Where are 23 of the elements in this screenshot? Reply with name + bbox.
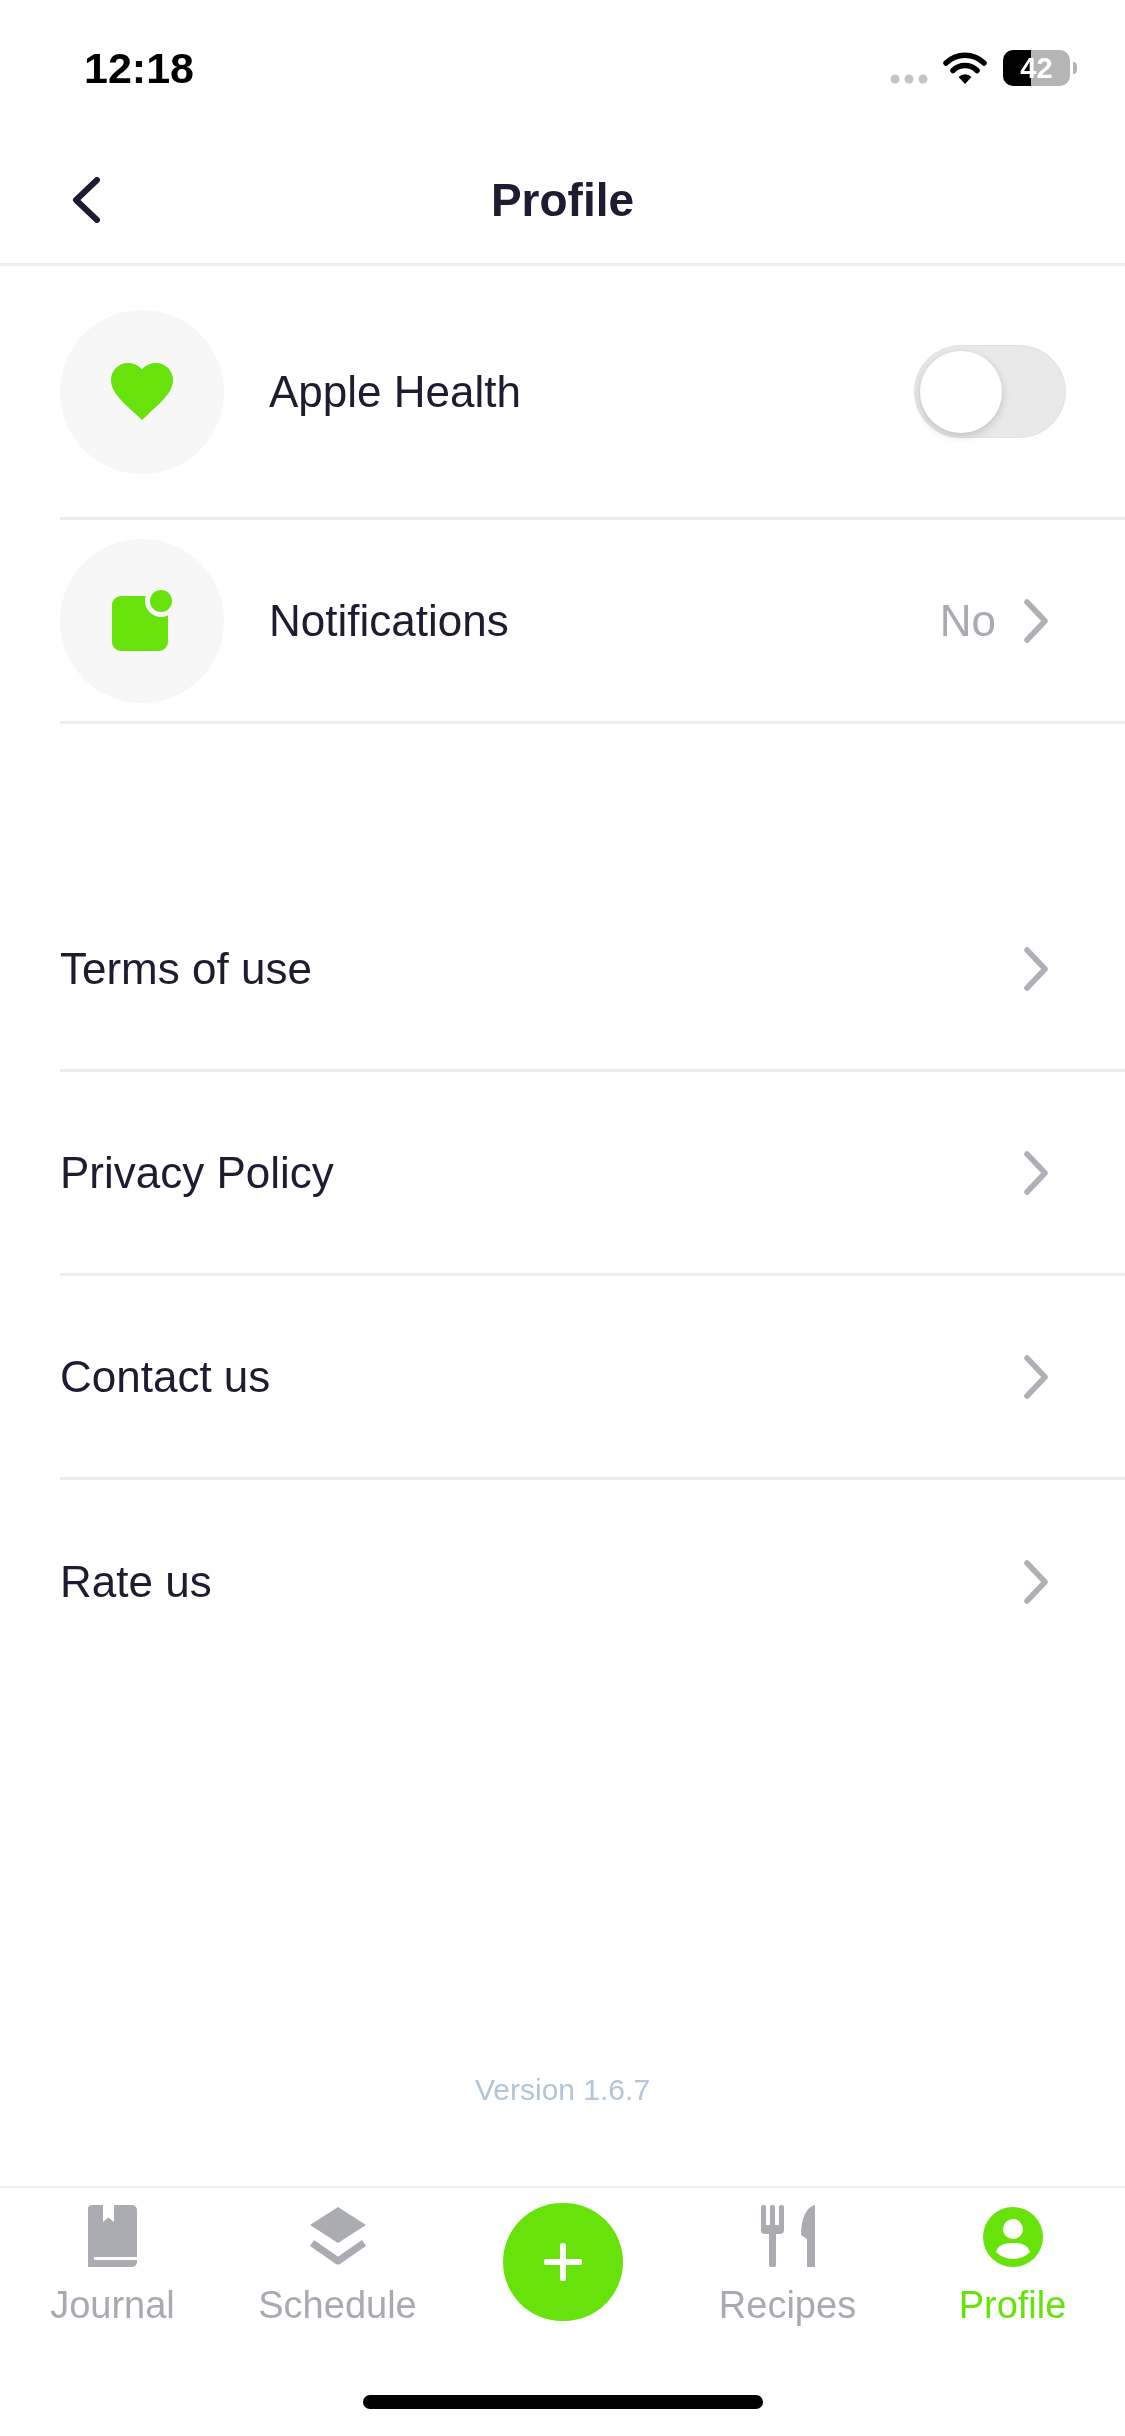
chevron-right-icon xyxy=(1023,1560,1049,1604)
chevron-right-icon xyxy=(1023,1150,1049,1195)
signal-dots-icon xyxy=(890,74,928,84)
plus-icon xyxy=(543,2243,582,2281)
menu-item[interactable]: Privacy Policy xyxy=(60,1072,1125,1276)
menu-item[interactable]: Contact us xyxy=(60,1276,1125,1480)
layers-icon xyxy=(307,2205,368,2267)
page-title: Profile xyxy=(490,176,635,223)
menu-item[interactable]: Terms of use xyxy=(60,868,1125,1072)
chevron-right-icon xyxy=(1023,946,1049,991)
setting-value: No xyxy=(939,598,996,643)
person-circle-icon xyxy=(982,2207,1043,2267)
settings-item[interactable]: Notifications No xyxy=(60,520,1125,724)
setting-label: Apple Health xyxy=(269,369,521,414)
back-chevron-icon[interactable] xyxy=(71,176,101,223)
fork-knife-icon xyxy=(760,2205,815,2267)
menu-item[interactable]: Rate us xyxy=(60,1480,1125,1684)
status-time: 12:18 xyxy=(84,46,194,90)
chevron-right-icon xyxy=(1023,1354,1049,1399)
chevron-right-icon xyxy=(1023,598,1049,643)
book-icon xyxy=(88,2205,137,2267)
version-text: Version 1.6.7 xyxy=(474,2072,651,2108)
wifi-icon xyxy=(942,51,988,85)
